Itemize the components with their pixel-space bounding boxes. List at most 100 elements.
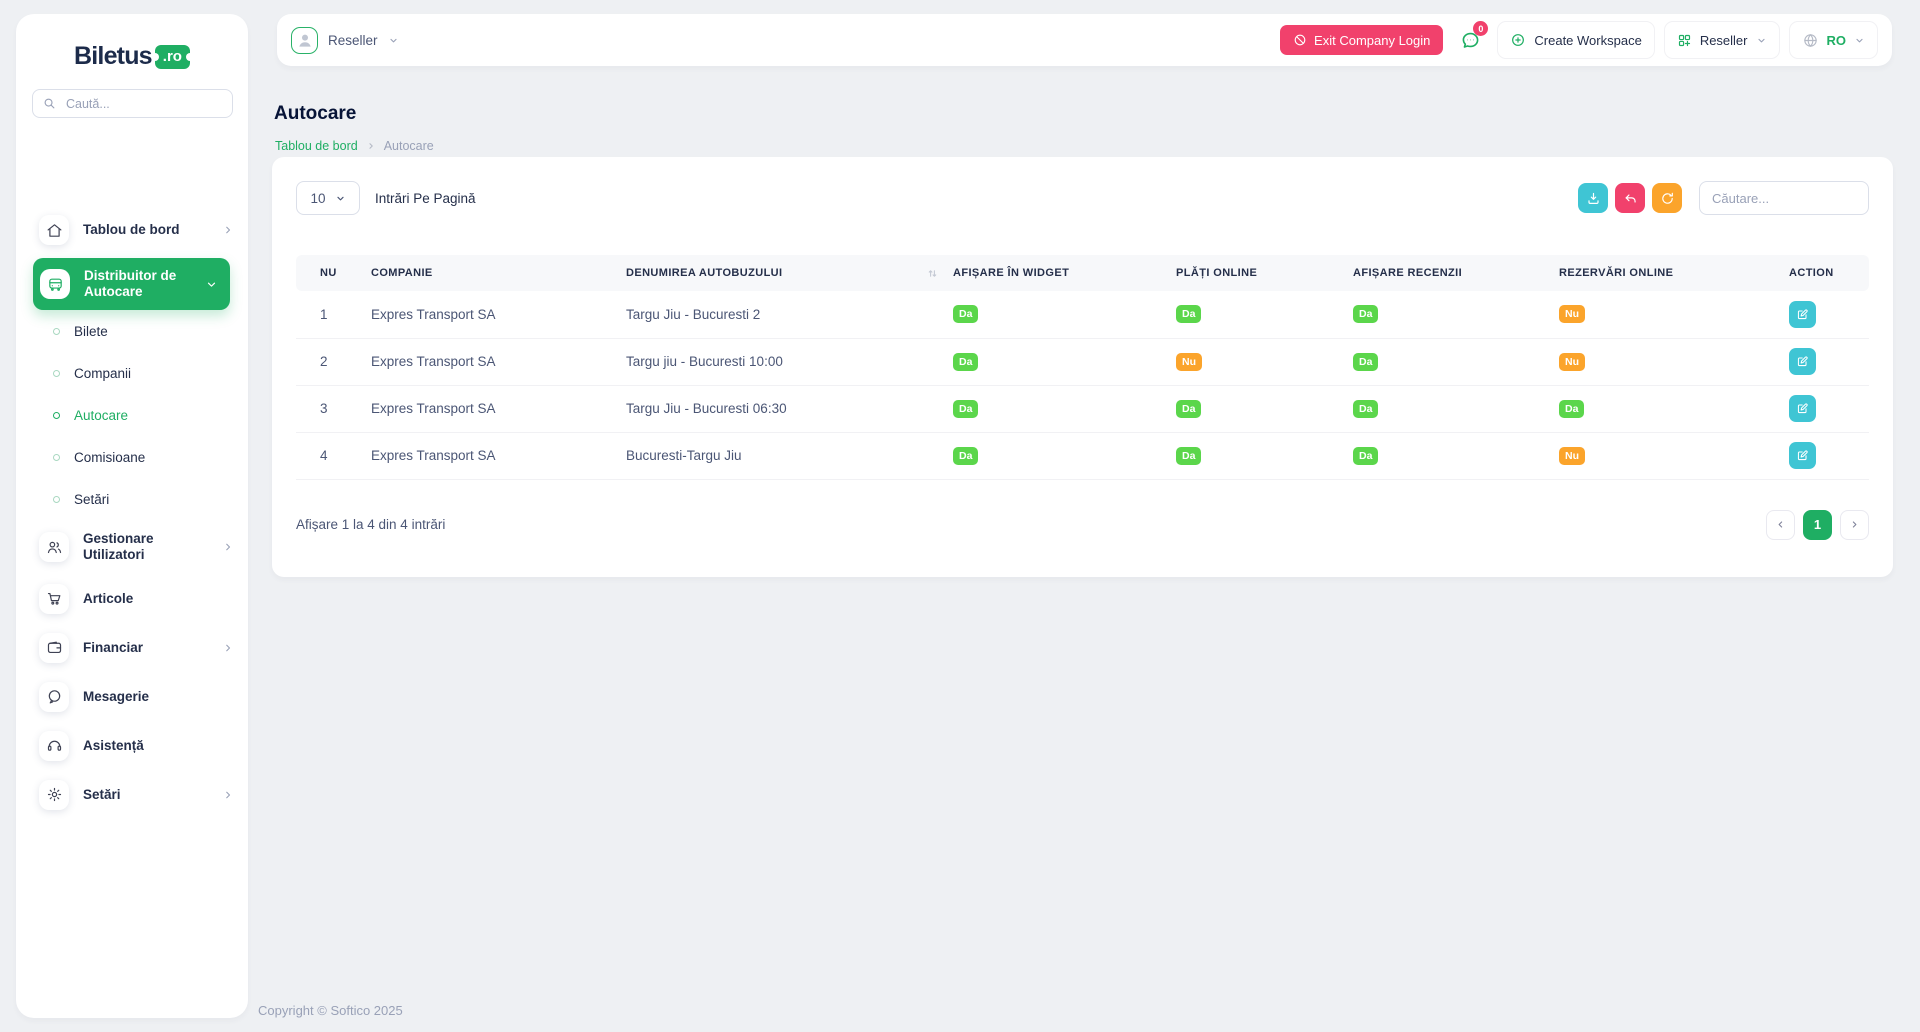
workspace-selector[interactable]: Reseller (1664, 21, 1780, 59)
edit-pencil-icon (1796, 355, 1809, 368)
sidebar-item-label: Setări (74, 492, 109, 507)
download-icon (1586, 191, 1601, 206)
per-page-select[interactable]: 10 (296, 181, 360, 215)
sidebar-item-mesagerie[interactable]: Mesagerie (16, 672, 248, 721)
sort-icon[interactable] (926, 267, 939, 280)
export-button[interactable] (1578, 183, 1608, 213)
cell-company: Expres Transport SA (371, 385, 626, 432)
users-icon (39, 532, 69, 562)
sidebar-item-gestionare-utilizatori[interactable]: GestionareUtilizatori (16, 520, 248, 574)
sidebar-menu: Tablou de bord Distribuitor deAutocare B… (16, 208, 248, 819)
copyright-text: Copyright © Softico 2025 (258, 1003, 403, 1018)
bullet-icon (53, 454, 60, 461)
chevron-right-icon (222, 541, 234, 553)
table-controls: 10 Intrări Pe Pagină (296, 181, 1869, 215)
wallet-icon (39, 633, 69, 663)
chevron-down-icon (1756, 35, 1767, 46)
column-header-action: ACTION (1789, 255, 1869, 291)
sidebar-item-label: Comisioane (74, 450, 145, 465)
chevron-right-icon (222, 642, 234, 654)
status-badge: Da (1176, 305, 1201, 323)
chevron-right-icon (222, 789, 234, 801)
cart-icon (39, 584, 69, 614)
status-badge: Da (953, 305, 978, 323)
sidebar-item-label: Companii (74, 366, 131, 381)
table-header-row: NU COMPANIE DENUMIREA AUTOBUZULUI AFIȘAR… (296, 255, 1869, 291)
status-badge: Da (1176, 447, 1201, 465)
home-icon (39, 215, 69, 245)
language-selector[interactable]: RO (1789, 21, 1879, 59)
sidebar-search (32, 89, 233, 118)
sidebar-item-bilete[interactable]: Bilete (16, 310, 248, 352)
pagination: 1 (1766, 510, 1869, 540)
status-badge: Da (1559, 400, 1584, 418)
table-search-input[interactable] (1699, 181, 1869, 215)
cell-bus-name: Targu jiu - Bucuresti 10:00 (626, 338, 953, 385)
pagination-prev-button[interactable] (1766, 510, 1795, 540)
bullet-icon (53, 412, 60, 419)
status-badge: Da (1353, 305, 1378, 323)
entries-summary: Afișare 1 la 4 din 4 intrări (296, 517, 445, 532)
sidebar-item-asistenta[interactable]: Asistență (16, 721, 248, 770)
headset-icon (39, 731, 69, 761)
sidebar-item-label: Bilete (74, 324, 108, 339)
sidebar-item-articole[interactable]: Articole (16, 574, 248, 623)
bullet-icon (53, 328, 60, 335)
sidebar-submenu: Bilete Companii Autocare Comisioane Setă… (16, 310, 248, 520)
cell-bus-name: Targu Jiu - Bucuresti 06:30 (626, 385, 953, 432)
column-header-companie: COMPANIE (371, 255, 626, 291)
sidebar-item-financiar[interactable]: Financiar (16, 623, 248, 672)
table-row: 3 Expres Transport SA Targu Jiu - Bucure… (296, 385, 1869, 432)
column-header-denumirea[interactable]: DENUMIREA AUTOBUZULUI (626, 255, 953, 291)
chat-icon (39, 682, 69, 712)
sidebar-item-distributor[interactable]: Distribuitor deAutocare (33, 258, 230, 310)
search-icon (42, 96, 57, 111)
chevron-right-icon (222, 224, 234, 236)
table-footer: Afișare 1 la 4 din 4 intrări 1 (296, 510, 1869, 540)
create-workspace-button[interactable]: Create Workspace (1497, 21, 1654, 59)
status-badge: Da (953, 447, 978, 465)
sidebar-item-setari[interactable]: Setări (16, 770, 248, 819)
pagination-next-button[interactable] (1840, 510, 1869, 540)
cell-bus-name: Targu Jiu - Bucuresti 2 (626, 291, 953, 338)
status-badge: Nu (1559, 447, 1585, 465)
undo-button[interactable] (1615, 183, 1645, 213)
sidebar-item-companii[interactable]: Companii (16, 352, 248, 394)
table-card: 10 Intrări Pe Pagină (272, 157, 1893, 577)
status-badge: Da (1353, 353, 1378, 371)
edit-row-button[interactable] (1789, 442, 1816, 469)
sidebar-item-label: Autocare (74, 408, 128, 423)
sidebar-item-autocare[interactable]: Autocare (16, 394, 248, 436)
sidebar-item-setari-sub[interactable]: Setări (16, 478, 248, 520)
chevron-down-icon (1854, 35, 1865, 46)
breadcrumb: Tablou de bord Autocare (275, 139, 434, 153)
status-badge: Da (1353, 400, 1378, 418)
sidebar-item-dashboard[interactable]: Tablou de bord (16, 208, 248, 252)
edit-pencil-icon (1796, 308, 1809, 321)
breadcrumb-dashboard-link[interactable]: Tablou de bord (275, 139, 358, 153)
logo: Biletus .ro (16, 14, 248, 71)
topbar: Reseller Exit Company Login 0 Create Wor… (277, 14, 1892, 66)
sidebar-item-comisioane[interactable]: Comisioane (16, 436, 248, 478)
sidebar-item-label: Setări (83, 787, 121, 803)
column-header-recenzii: AFIȘARE RECENZII (1353, 255, 1559, 291)
bus-icon (40, 269, 70, 299)
profile-menu[interactable]: Reseller (291, 27, 399, 54)
edit-row-button[interactable] (1789, 395, 1816, 422)
refresh-button[interactable] (1652, 183, 1682, 213)
status-badge: Nu (1176, 353, 1202, 371)
status-badge: Da (953, 353, 978, 371)
pagination-page-1[interactable]: 1 (1803, 510, 1832, 540)
chevron-right-icon (366, 141, 376, 151)
sidebar-item-label: Financiar (83, 640, 143, 656)
sidebar-search-input[interactable] (64, 96, 223, 112)
profile-label: Reseller (328, 33, 378, 48)
logo-tld-badge: .ro (155, 45, 190, 69)
chat-button[interactable]: 0 (1452, 20, 1488, 60)
cell-nu: 1 (296, 291, 371, 338)
status-badge: Da (953, 400, 978, 418)
plus-circle-icon (1510, 32, 1526, 48)
edit-row-button[interactable] (1789, 301, 1816, 328)
exit-company-login-button[interactable]: Exit Company Login (1280, 25, 1443, 55)
edit-row-button[interactable] (1789, 348, 1816, 375)
